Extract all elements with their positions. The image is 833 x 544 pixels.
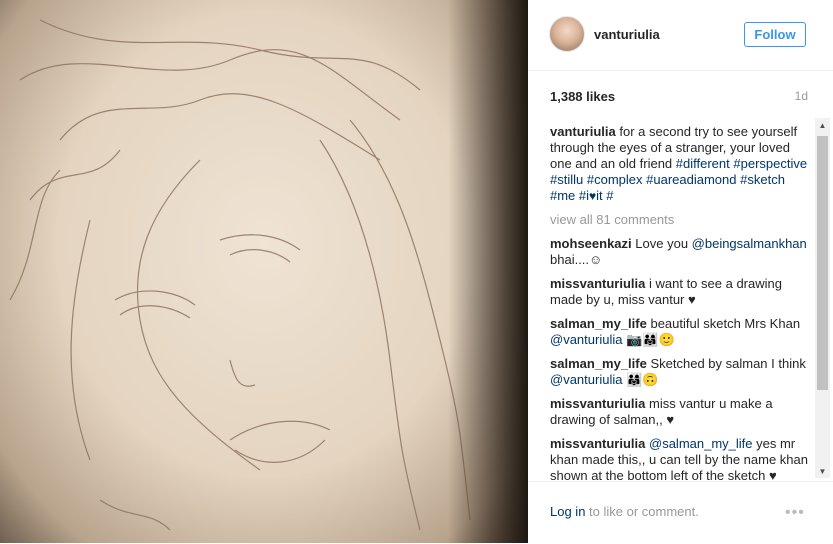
comment-item: salman_my_life Sketched by salman I thin… <box>550 356 808 388</box>
comment-item: mohseenkazi Love you @beingsalmankhan bh… <box>550 236 808 268</box>
hashtag[interactable]: #perspective <box>733 156 807 171</box>
comment-username[interactable]: missvanturiulia <box>550 436 645 451</box>
login-prompt: Log in to like or comment. <box>550 504 699 519</box>
comment-text: Love you <box>635 236 692 251</box>
post-username[interactable]: vanturiulia <box>594 27 660 42</box>
scroll-up-arrow-icon[interactable]: ▲ <box>815 118 830 132</box>
hashtag[interactable]: # <box>606 188 613 203</box>
hashtag[interactable]: #i♥it <box>579 188 603 203</box>
hashtag[interactable]: #sketch <box>740 172 785 187</box>
comment-text-after: 📷👨‍👩‍👧🙂 <box>622 332 675 347</box>
comment-text-after: 👨‍👩‍👧🙃 <box>622 372 659 387</box>
mention-link[interactable]: @vanturiulia <box>550 332 622 347</box>
login-prompt-text: to like or comment. <box>585 504 699 519</box>
likes-row: 1,388 likes 1d <box>550 89 808 109</box>
likes-count[interactable]: 1,388 likes <box>550 89 615 104</box>
post-footer: Log in to like or comment. ••• <box>528 481 833 544</box>
avatar[interactable] <box>549 16 585 52</box>
comments-scrollbar[interactable]: ▲ ▼ <box>815 118 830 478</box>
comment-text: Sketched by salman I think <box>650 356 806 371</box>
post-header: vanturiulia Follow <box>528 0 833 71</box>
comment-item: salman_my_life beautiful sketch Mrs Khan… <box>550 316 808 348</box>
comments-list[interactable]: vanturiulia for a second try to see your… <box>550 124 808 480</box>
view-all-comments-link[interactable]: view all 81 comments <box>550 212 808 228</box>
hashtag[interactable]: #uareadiamond <box>646 172 736 187</box>
hashtag[interactable]: #complex <box>587 172 643 187</box>
scroll-down-arrow-icon[interactable]: ▼ <box>815 464 830 478</box>
comment-username[interactable]: missvanturiulia <box>550 276 645 291</box>
comment-text: beautiful sketch Mrs Khan <box>650 316 801 331</box>
mention-link[interactable]: @vanturiulia <box>550 372 622 387</box>
login-link[interactable]: Log in <box>550 504 585 519</box>
comment-text-after: bhai....☺ <box>550 252 603 267</box>
caption-username[interactable]: vanturiulia <box>550 124 616 139</box>
comment-username[interactable]: mohseenkazi <box>550 236 632 251</box>
hashtag[interactable]: #me <box>550 188 575 203</box>
comment-item: missvanturiulia i want to see a drawing … <box>550 276 808 308</box>
caption: vanturiulia for a second try to see your… <box>550 124 808 204</box>
post-sidebar: vanturiulia Follow 1,388 likes 1d vantur… <box>528 0 833 543</box>
comment-item: missvanturiulia @salman_my_life yes mr k… <box>550 436 808 480</box>
hashtag[interactable]: #different <box>676 156 730 171</box>
scrollbar-thumb[interactable] <box>817 136 828 390</box>
post-photo[interactable] <box>0 0 528 543</box>
comment-username[interactable]: salman_my_life <box>550 316 647 331</box>
mention-link[interactable]: @beingsalmankhan <box>692 236 807 251</box>
comment-username[interactable]: missvanturiulia <box>550 396 645 411</box>
comment-item: missvanturiulia miss vantur u make a dra… <box>550 396 808 428</box>
comment-username[interactable]: salman_my_life <box>550 356 647 371</box>
more-options-icon[interactable]: ••• <box>785 504 805 522</box>
follow-button[interactable]: Follow <box>744 22 806 47</box>
hashtag[interactable]: #stillu <box>550 172 583 187</box>
mention-link[interactable]: @salman_my_life <box>649 436 753 451</box>
post-age[interactable]: 1d <box>795 89 808 103</box>
photo-shadow <box>448 0 528 543</box>
